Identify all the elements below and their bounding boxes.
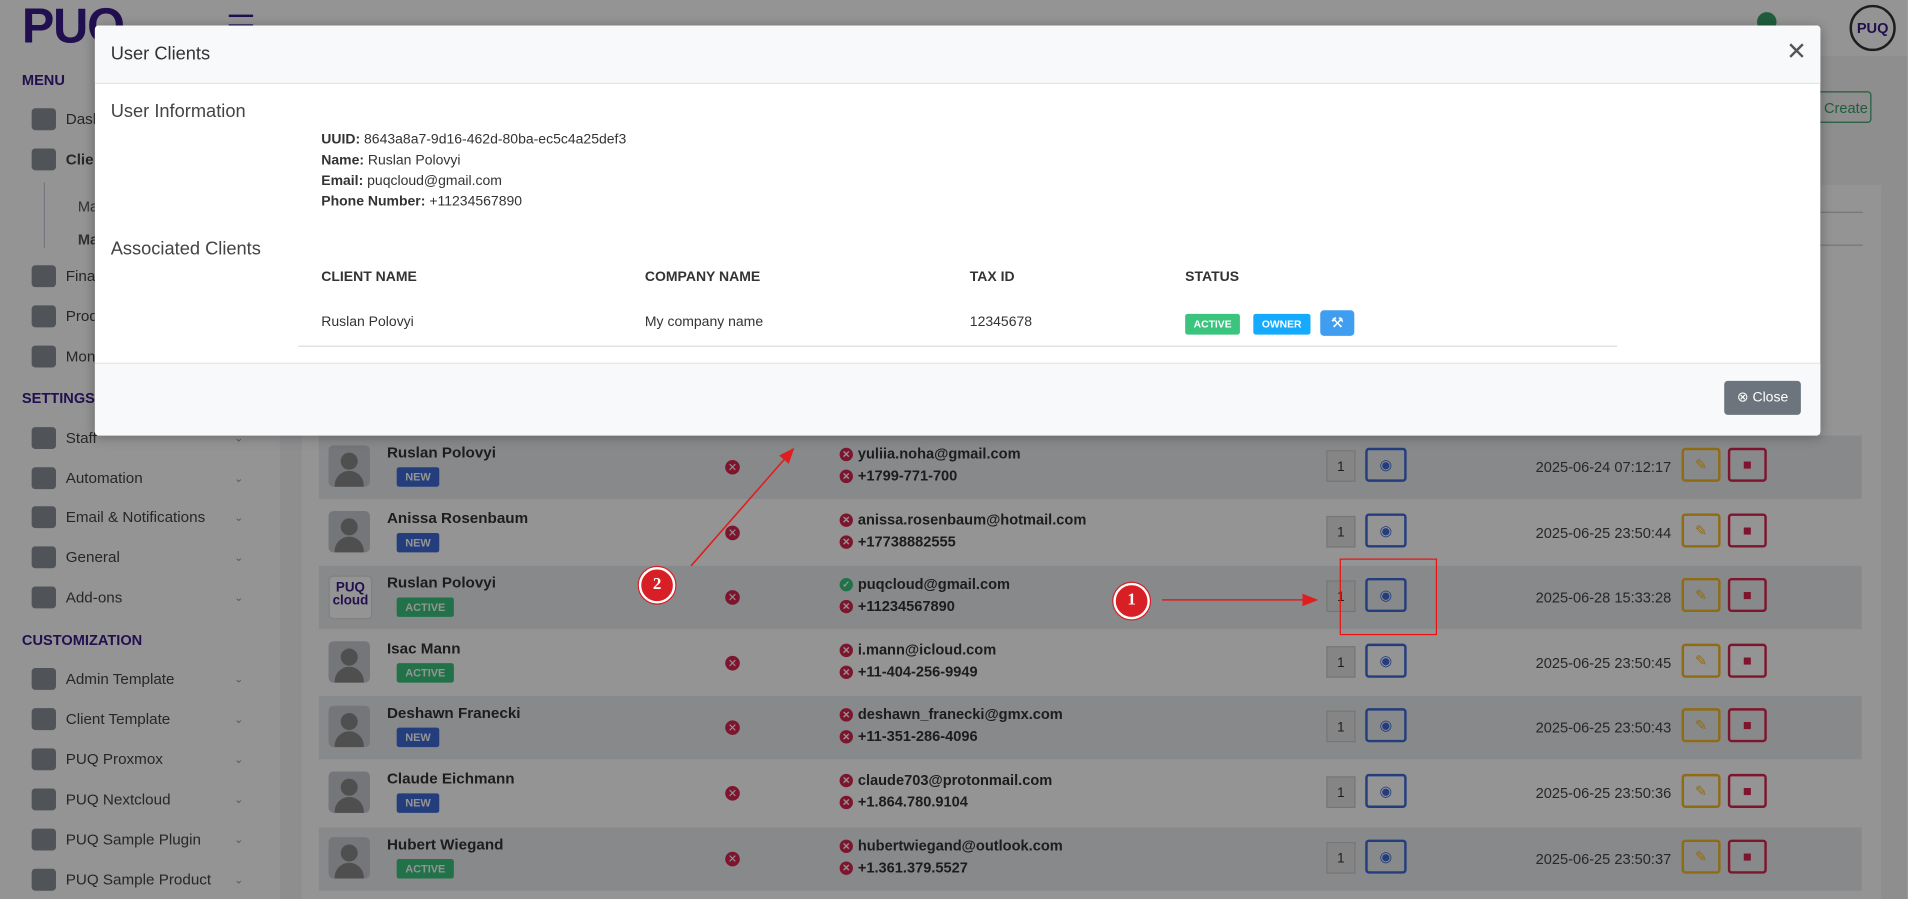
email-label: Email: (321, 174, 364, 189)
modal-footer: ⊗ Close (94, 362, 1821, 436)
uuid-value: 8643a8a7-9d16-462d-80ba-ec5c4a25def3 (364, 132, 627, 148)
column-header-tax-id: TAX ID (969, 270, 1015, 285)
client-name-cell: Ruslan Polovyi (321, 315, 414, 330)
tax-id-cell: 12345678 (969, 315, 1033, 330)
email-line: Email: puqcloud@gmail.com (321, 174, 502, 189)
uuid-label: UUID: (321, 132, 361, 148)
user-clients-modal: User Clients ✕ User Information UUID: 86… (94, 25, 1821, 436)
screen: PUQ PUQ MENU Dash Clie Ma Ma Finan Prod … (0, 0, 1908, 899)
wrench-icon[interactable]: ⚒ (1320, 310, 1355, 336)
name-line: Name: Ruslan Polovyi (321, 153, 460, 168)
annotation-marker-2: 2 (638, 567, 676, 604)
close-button-label: Close (1752, 390, 1789, 406)
column-header-client-name: CLIENT NAME (321, 270, 417, 285)
modal-header: User Clients ✕ (94, 25, 1821, 84)
associated-clients-heading: Associated Clients (110, 238, 261, 260)
phone-label: Phone Number: (321, 194, 426, 210)
table-divider (298, 345, 1618, 347)
annotation-marker-1: 1 (1113, 582, 1150, 620)
close-icon: ⊗ (1736, 390, 1749, 406)
column-header-company-name: COMPANY NAME (644, 270, 761, 285)
modal-title: User Clients (110, 43, 211, 65)
annotation-highlight-box (1339, 558, 1438, 636)
user-information-heading: User Information (110, 100, 246, 122)
email-value: puqcloud@gmail.com (367, 174, 502, 189)
company-name-cell: My company name (644, 315, 764, 330)
name-label: Name: (321, 153, 365, 168)
owner-badge: OWNER (1253, 313, 1310, 335)
close-button[interactable]: ⊗ Close (1724, 380, 1801, 415)
uuid-line: UUID: 8643a8a7-9d16-462d-80ba-ec5c4a25de… (321, 133, 626, 148)
name-value: Ruslan Polovyi (367, 153, 461, 168)
status-badge: ACTIVE (1185, 313, 1241, 335)
phone-value: +11234567890 (429, 194, 523, 210)
close-icon[interactable]: ✕ (1786, 40, 1806, 64)
column-header-status: STATUS (1185, 270, 1240, 285)
phone-line: Phone Number: +11234567890 (321, 195, 522, 210)
